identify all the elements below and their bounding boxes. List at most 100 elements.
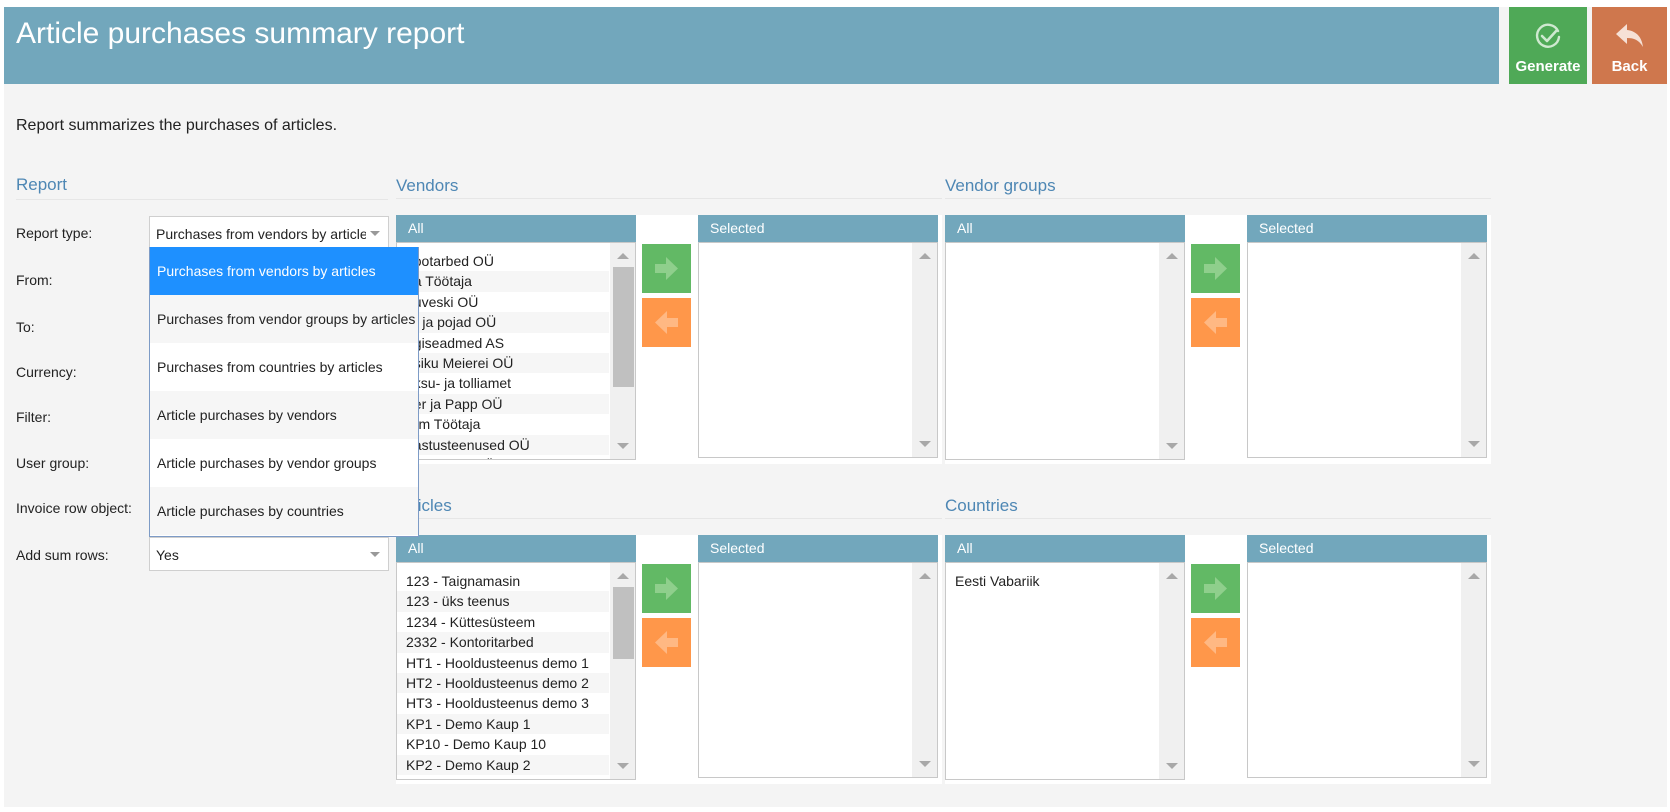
from-label: From: <box>16 272 53 288</box>
check-circle-icon <box>1535 23 1561 48</box>
countries-selected-header: Selected <box>1247 535 1487 562</box>
scroll-down-icon[interactable] <box>617 763 629 769</box>
list-item[interactable]: 123 - üks teenus <box>397 591 609 612</box>
scroll-up-icon[interactable] <box>919 253 931 259</box>
countries-add-button[interactable] <box>1191 564 1240 613</box>
list-item[interactable]: aksu- ja tolliamet <box>397 373 609 393</box>
invoice-row-object-label: Invoice row object: <box>16 500 132 516</box>
scroll-down-icon[interactable] <box>1468 761 1480 767</box>
scroll-down-icon[interactable] <box>1166 443 1178 449</box>
scroll-up-icon[interactable] <box>617 253 629 259</box>
scroll-up-icon[interactable] <box>1166 573 1178 579</box>
list-item[interactable]: KP3 - Demo Kaup 3 <box>397 775 609 779</box>
scroll-up-icon[interactable] <box>1166 253 1178 259</box>
articles-selected-list[interactable] <box>698 562 938 778</box>
report-type-option[interactable]: Article purchases by vendor groups <box>150 439 418 487</box>
report-description: Report summarizes the purchases of artic… <box>16 117 338 134</box>
scroll-up-icon[interactable] <box>1468 573 1480 579</box>
scrollbar[interactable] <box>912 563 937 777</box>
scrollbar[interactable] <box>912 243 937 457</box>
list-item[interactable]: psiku Meierei OÜ <box>397 352 609 374</box>
scroll-up-icon[interactable] <box>919 573 931 579</box>
scroll-down-icon[interactable] <box>919 761 931 767</box>
articles-all-header: All <box>396 535 636 562</box>
add-sum-rows-select[interactable]: Yes <box>149 537 389 571</box>
report-type-option[interactable]: Purchases from vendor groups by articles <box>150 295 418 343</box>
countries-remove-button[interactable] <box>1191 618 1240 667</box>
list-item[interactable]: rem Töötaja <box>397 414 609 434</box>
scroll-down-icon[interactable] <box>1468 441 1480 447</box>
articles-all-items: 123 - Taignamasin 123 - üks teenus 1234 - … <box>397 571 609 779</box>
list-item[interactable]: ea Töötaja <box>397 271 609 292</box>
list-item[interactable]: HT1 - Hooldusteenus demo 1 <box>397 653 609 673</box>
arrow-right-icon <box>1204 257 1227 280</box>
report-type-option[interactable]: Article purchases by vendors <box>150 391 418 439</box>
scroll-thumb[interactable] <box>613 267 634 387</box>
back-button[interactable]: Back <box>1592 7 1667 84</box>
generate-label: Generate <box>1515 58 1581 75</box>
scrollbar[interactable] <box>1461 243 1486 457</box>
list-item[interactable]: 2332 - Kontoritarbed <box>397 632 609 653</box>
articles-remove-button[interactable] <box>642 618 691 667</box>
report-type-option[interactable]: Purchases from vendors by articles <box>150 247 418 295</box>
vendor-groups-all-list[interactable] <box>945 242 1185 460</box>
scrollbar[interactable] <box>1159 563 1184 779</box>
list-item[interactable]: ögiseadmed AS <box>397 333 609 353</box>
scrollbar[interactable] <box>610 243 635 459</box>
page-title: Article purchases summary report <box>16 17 465 50</box>
vendors-all-items: irootarbed OÜ ea Töötaja huveski OÜ rp ja p… <box>397 251 609 459</box>
countries-all-list[interactable]: Eesti Vabariik <box>945 562 1185 780</box>
list-item[interactable]: Eesti Vabariik <box>946 571 1158 591</box>
list-item[interactable]: HT2 - Hooldusteenus demo 2 <box>397 672 609 694</box>
report-type-option[interactable]: Purchases from countries by articles <box>150 343 418 391</box>
vendor-groups-add-button[interactable] <box>1191 244 1240 293</box>
vendor-groups-section-title: Vendor groups <box>945 176 1056 195</box>
list-item[interactable]: HT3 - Hooldusteenus demo 3 <box>397 693 609 713</box>
list-item[interactable]: rp ja pojad OÜ <box>397 312 609 333</box>
scroll-down-icon[interactable] <box>617 443 629 449</box>
vendors-section-title: Vendors <box>396 176 459 195</box>
filter-label: Filter: <box>16 409 51 425</box>
articles-all-list[interactable]: 123 - Taignamasin 123 - üks teenus 1234 - … <box>396 562 636 780</box>
vendors-remove-button[interactable] <box>642 298 691 347</box>
countries-all-header: All <box>945 535 1185 562</box>
vendors-selected-list[interactable] <box>698 242 938 458</box>
articles-section-divider <box>396 518 942 519</box>
to-label: To: <box>16 319 35 335</box>
scroll-thumb[interactable] <box>613 587 634 659</box>
scroll-up-icon[interactable] <box>1468 253 1480 259</box>
scroll-down-icon[interactable] <box>1166 763 1178 769</box>
report-type-value: Purchases from vendors by articles <box>156 226 366 242</box>
report-type-select[interactable]: Purchases from vendors by articles <box>149 216 389 250</box>
page-header: Article purchases summary report <box>4 7 1499 84</box>
articles-selected-header: Selected <box>698 535 938 562</box>
report-type-option[interactable]: Article purchases by countries <box>150 487 418 535</box>
list-item[interactable]: KP2 - Demo Kaup 2 <box>397 754 609 775</box>
list-item[interactable]: hastusteenused OÜ <box>397 434 609 455</box>
vendor-groups-remove-button[interactable] <box>1191 298 1240 347</box>
arrow-right-icon <box>655 257 678 280</box>
list-item[interactable]: 123 - Taignamasin <box>397 571 609 591</box>
vendors-add-button[interactable] <box>642 244 691 293</box>
countries-section-divider <box>945 518 1491 519</box>
generate-button[interactable]: Generate <box>1509 7 1587 84</box>
scroll-down-icon[interactable] <box>919 441 931 447</box>
scroll-up-icon[interactable] <box>617 573 629 579</box>
reply-arrow-icon <box>1615 24 1643 47</box>
countries-selected-list[interactable] <box>1247 562 1487 778</box>
list-item[interactable]: huveski OÜ <box>397 292 609 312</box>
list-item[interactable]: ber ja Papp OÜ <box>397 393 609 415</box>
arrow-left-icon <box>1204 631 1227 654</box>
list-item[interactable]: ...ilumaaja OÜ <box>397 455 609 459</box>
list-item[interactable]: KP1 - Demo Kaup 1 <box>397 713 609 735</box>
vendors-all-list[interactable]: irootarbed OÜ ea Töötaja huveski OÜ rp ja p… <box>396 242 636 460</box>
scrollbar[interactable] <box>1461 563 1486 777</box>
scrollbar[interactable] <box>610 563 635 779</box>
list-item[interactable]: irootarbed OÜ <box>397 251 609 271</box>
articles-add-button[interactable] <box>642 564 691 613</box>
scrollbar[interactable] <box>1159 243 1184 459</box>
vendor-groups-selected-list[interactable] <box>1247 242 1487 458</box>
list-item[interactable]: 1234 - Küttesüsteem <box>397 612 609 632</box>
list-item[interactable]: KP10 - Demo Kaup 10 <box>397 734 609 754</box>
user-group-label: User group: <box>16 455 90 471</box>
